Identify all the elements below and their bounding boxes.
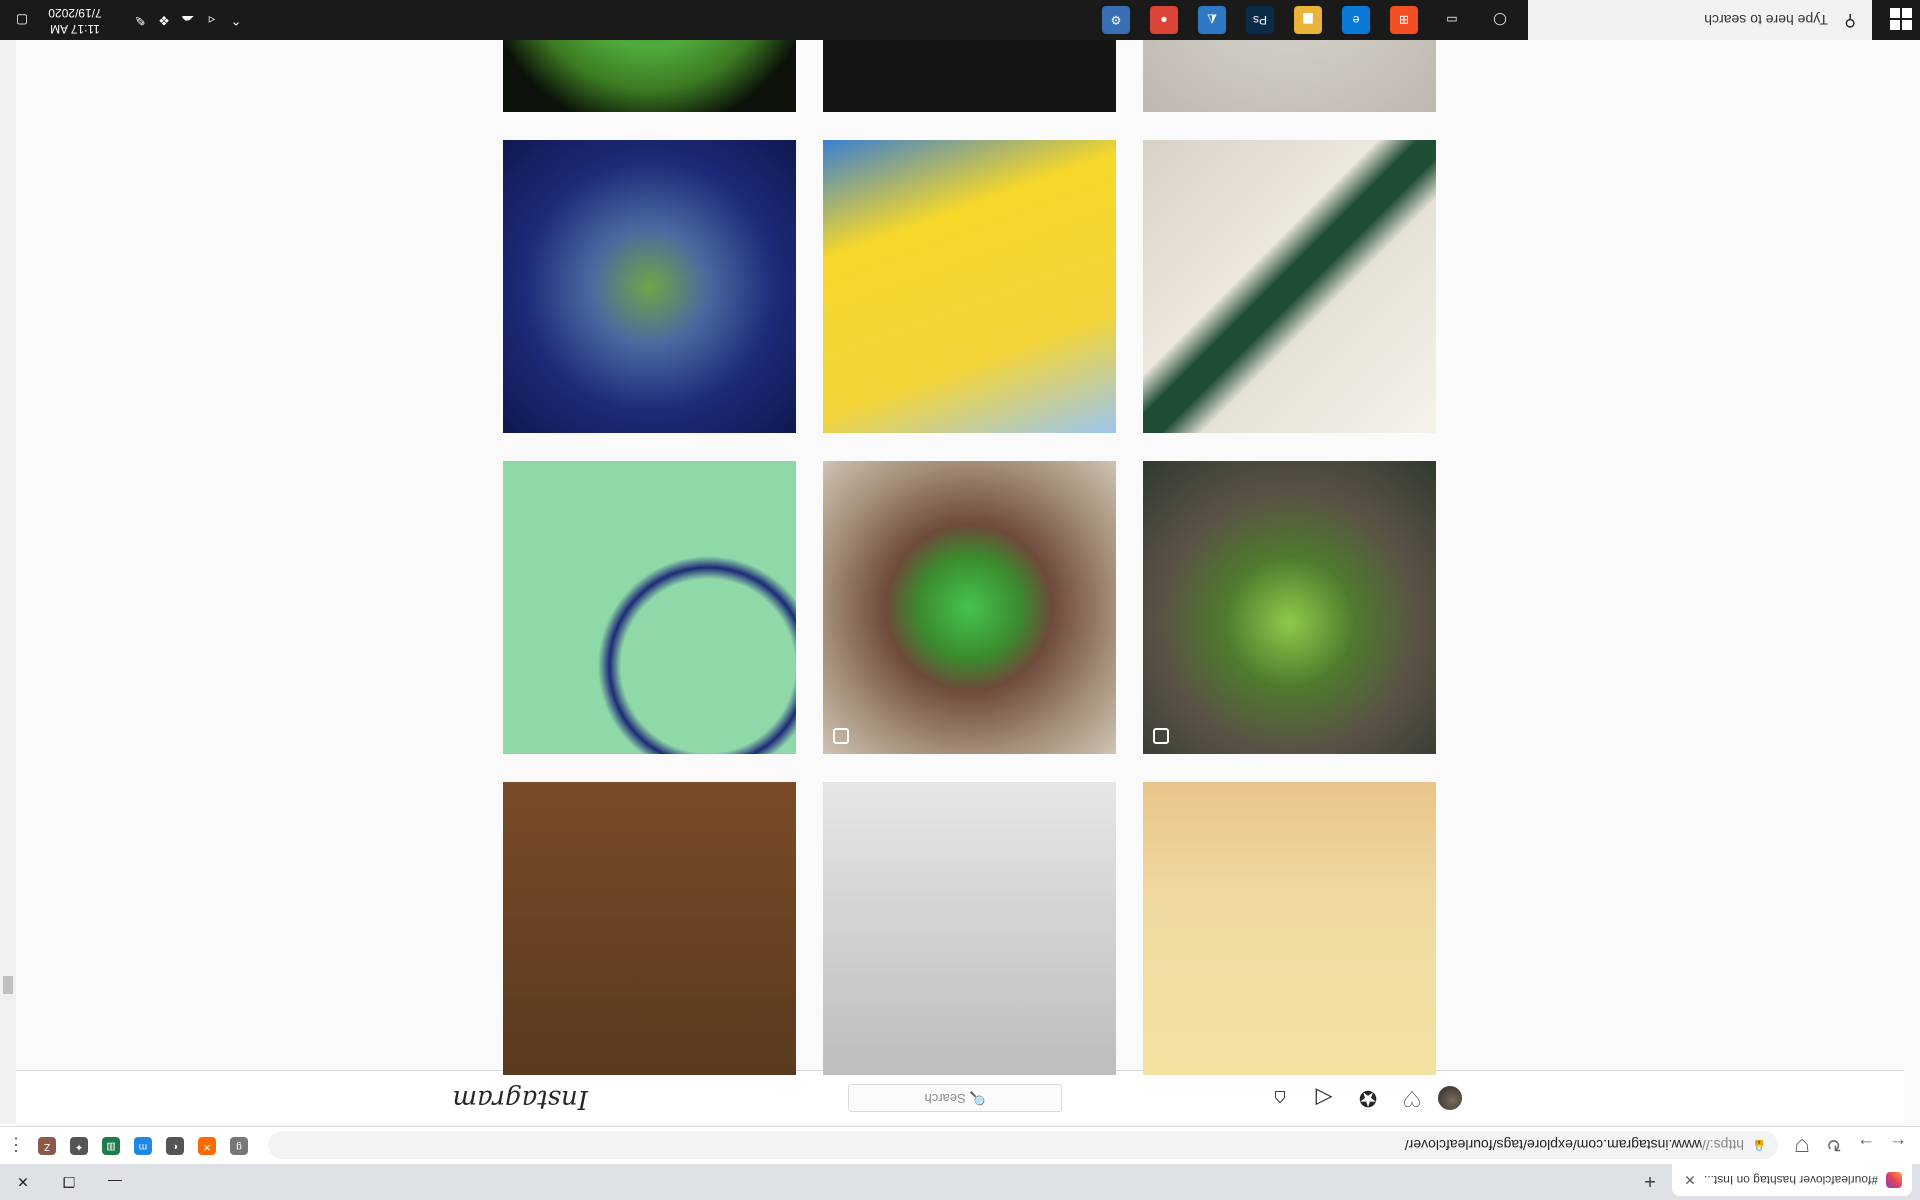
- address-bar[interactable]: 🔒 https://www.instagram.com/explore/tags…: [268, 1131, 1778, 1159]
- taskbar-app-icon[interactable]: ⚙: [1102, 6, 1130, 34]
- pen-icon[interactable]: ✎: [130, 10, 150, 30]
- extension-icon[interactable]: ▥: [102, 1137, 120, 1155]
- tile-blue-clover[interactable]: [503, 140, 796, 433]
- taskbar-search-input[interactable]: ⚲ Type here to search: [1528, 0, 1872, 40]
- taskbar-app-icon[interactable]: Ps: [1246, 6, 1274, 34]
- tile-clover-sign[interactable]: [503, 782, 796, 1075]
- bookmark-icon[interactable]: ⛉: [1788, 1131, 1816, 1159]
- home-icon[interactable]: ⌂: [1266, 1084, 1294, 1112]
- multiple-images-icon: [1153, 728, 1169, 744]
- dropbox-icon[interactable]: ❖: [154, 10, 174, 30]
- extension-icon[interactable]: g: [230, 1137, 248, 1155]
- new-tab-button[interactable]: +: [1636, 1166, 1664, 1194]
- clock-date: 7/19/2020: [48, 6, 102, 20]
- network-icon[interactable]: ☁: [178, 10, 198, 30]
- taskbar-app-icon[interactable]: ▭: [1438, 6, 1466, 34]
- taskbar-app-icon[interactable]: ◯: [1486, 6, 1514, 34]
- browser-toolbar: ← → ↻ ⛉ 🔒 https://www.instagram.com/expl…: [0, 1126, 1920, 1164]
- close-window-button[interactable]: ✕: [0, 1164, 46, 1200]
- tab-close-icon[interactable]: ✕: [1682, 1172, 1698, 1189]
- taskbar-app-icon[interactable]: ◭: [1198, 6, 1226, 34]
- tab-title: #fourleafclover hashtag on Inst...: [1703, 1173, 1878, 1187]
- extension-icon[interactable]: m: [134, 1137, 152, 1155]
- windows-start-icon[interactable]: [1890, 8, 1912, 30]
- forward-icon[interactable]: →: [1852, 1131, 1880, 1159]
- tray-chevron-icon[interactable]: ⌃: [226, 10, 246, 30]
- tile-highway[interactable]: [503, 461, 796, 754]
- multiple-images-icon: [833, 728, 849, 744]
- tile-dog-art[interactable]: [1143, 782, 1436, 1075]
- extension-icon[interactable]: ✦: [70, 1137, 88, 1155]
- instagram-favicon-icon: [1886, 1172, 1902, 1188]
- browser-tab[interactable]: #fourleafclover hashtag on Inst... ✕: [1672, 1164, 1912, 1196]
- clock-time: 11:17 AM: [50, 22, 100, 36]
- taskbar-app-icon[interactable]: ⊞: [1390, 6, 1418, 34]
- back-icon[interactable]: ←: [1884, 1131, 1912, 1159]
- windows-taskbar: ⚲ Type here to search ◯ ▭ ⊞ e ▆ Ps ◭ ● ⚙ ⌃ ◃ ☁ ❖…: [0, 0, 1920, 40]
- taskbar-app-icon[interactable]: e: [1342, 6, 1370, 34]
- tile-string-art[interactable]: [823, 461, 1116, 754]
- search-icon: ⚲: [1844, 12, 1856, 29]
- taskbar-app-icon[interactable]: ●: [1150, 6, 1178, 34]
- tile-cheese[interactable]: [823, 140, 1116, 433]
- taskbar-search-placeholder: Type here to search: [1704, 12, 1828, 28]
- extension-icon[interactable]: Z: [38, 1137, 56, 1155]
- extension-icon[interactable]: ✕: [198, 1137, 216, 1155]
- vertical-scrollbar[interactable]: [0, 40, 16, 1124]
- profile-avatar[interactable]: [1438, 1086, 1462, 1110]
- url-text: www.instagram.com/explore/tags/fourleafc…: [1404, 1137, 1702, 1153]
- url-scheme: https://: [1701, 1137, 1744, 1153]
- instagram-logo[interactable]: Instagram: [452, 1084, 588, 1114]
- activity-heart-icon[interactable]: ♡: [1398, 1084, 1426, 1112]
- volume-icon[interactable]: ◃: [202, 10, 222, 30]
- browser-tab-strip: #fourleafclover hashtag on Inst... ✕ + —…: [0, 1164, 1920, 1200]
- lock-icon: 🔒: [1752, 1139, 1766, 1151]
- screen: #fourleafclover hashtag on Inst... ✕ + —…: [0, 0, 1920, 1200]
- notifications-icon[interactable]: ▢: [12, 10, 32, 30]
- tile-hand-clover[interactable]: [1143, 461, 1436, 754]
- tile-book-clover[interactable]: [1143, 140, 1436, 433]
- taskbar-clock[interactable]: 11:17 AM 7/19/2020: [40, 5, 110, 37]
- taskbar-app-icon[interactable]: ▆: [1294, 6, 1322, 34]
- extension-icon[interactable]: ◐: [166, 1137, 184, 1155]
- instagram-header: Instagram 🔍 Search ⌂ ◁ ✪ ♡: [16, 1070, 1904, 1124]
- scrollbar-thumb[interactable]: [3, 976, 13, 994]
- restore-button[interactable]: ❐: [46, 1164, 92, 1200]
- reload-icon[interactable]: ↻: [1820, 1131, 1848, 1159]
- direct-message-icon[interactable]: ◁: [1310, 1084, 1338, 1112]
- explore-compass-icon[interactable]: ✪: [1354, 1084, 1382, 1112]
- minimize-button[interactable]: —: [92, 1164, 138, 1200]
- browser-menu-icon[interactable]: ⋮: [2, 1131, 30, 1159]
- tile-good-luck[interactable]: [823, 782, 1116, 1075]
- search-input[interactable]: 🔍 Search: [848, 1084, 1062, 1112]
